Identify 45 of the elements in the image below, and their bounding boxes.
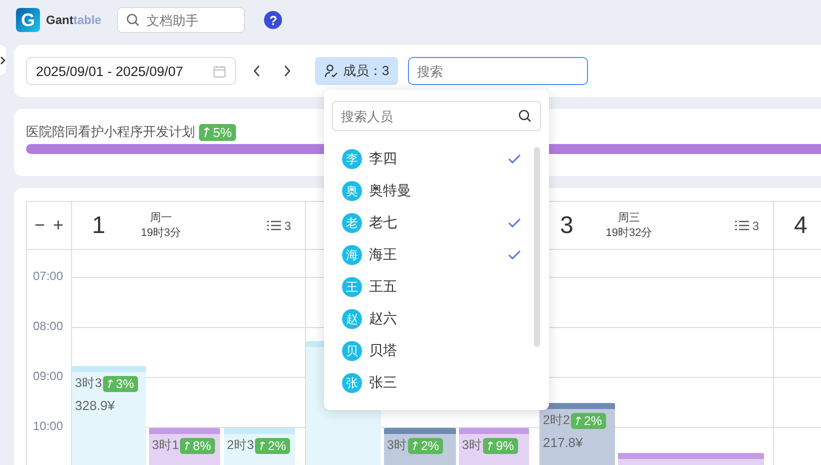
- member-name: 张三: [369, 374, 397, 392]
- time-label: 09:00: [33, 369, 64, 383]
- percent-label: 2%: [268, 438, 286, 452]
- time-label: 08:00: [33, 319, 64, 333]
- logo-icon: G: [16, 8, 40, 32]
- member-name: 老七: [369, 214, 397, 232]
- percent-label: 2%: [420, 438, 440, 452]
- price-label: 328.9¥: [74, 397, 116, 413]
- total-time: 19时3分: [140, 226, 182, 240]
- avatar-icon: 赵: [342, 309, 362, 329]
- duration-label: 2时2: [543, 412, 570, 429]
- percent-label: 9%: [496, 438, 514, 452]
- percent-label: 3%: [116, 376, 134, 390]
- duration-label: 3时: [462, 437, 482, 454]
- avatar-icon: 王: [342, 277, 362, 297]
- time-label: 10:00: [33, 419, 64, 433]
- avatar-icon: 海: [342, 245, 362, 265]
- time-label: 07:00: [33, 269, 64, 283]
- price-label: 217.8¥: [542, 434, 584, 450]
- member-name: 贝塔: [369, 342, 397, 360]
- member-name: 海王: [369, 246, 397, 264]
- duration-label: 3时: [387, 437, 407, 454]
- duration-label: 2时3: [227, 437, 254, 454]
- day-number: 1: [92, 212, 106, 240]
- percent-label: 5%: [213, 124, 232, 140]
- avatar-icon: 贝: [342, 341, 362, 361]
- day-number: 3: [560, 212, 574, 240]
- avatar-icon: 奥: [342, 181, 362, 201]
- member-name: 赵六: [369, 310, 397, 328]
- project-title: 医院陪同看护小程序开发计划: [26, 123, 195, 141]
- member-name: 王五: [369, 278, 397, 296]
- duration-label: 3时1: [152, 437, 179, 454]
- weekday-label: 周三: [618, 211, 640, 225]
- duration-label: 3时3: [75, 375, 102, 392]
- weekday-label: 周一: [150, 211, 172, 225]
- member-name: 李四: [369, 150, 397, 168]
- percent-label: 2%: [584, 414, 602, 428]
- app-name: Ganttable: [46, 13, 102, 27]
- avatar-icon: 李: [342, 149, 362, 169]
- total-time: 19时32分: [606, 226, 652, 240]
- avatar-icon: 老: [342, 213, 362, 233]
- avatar-icon: 张: [342, 373, 362, 393]
- percent-label: 8%: [192, 438, 211, 452]
- member-name: 奥特曼: [369, 182, 411, 200]
- day-number: 4: [794, 212, 808, 240]
